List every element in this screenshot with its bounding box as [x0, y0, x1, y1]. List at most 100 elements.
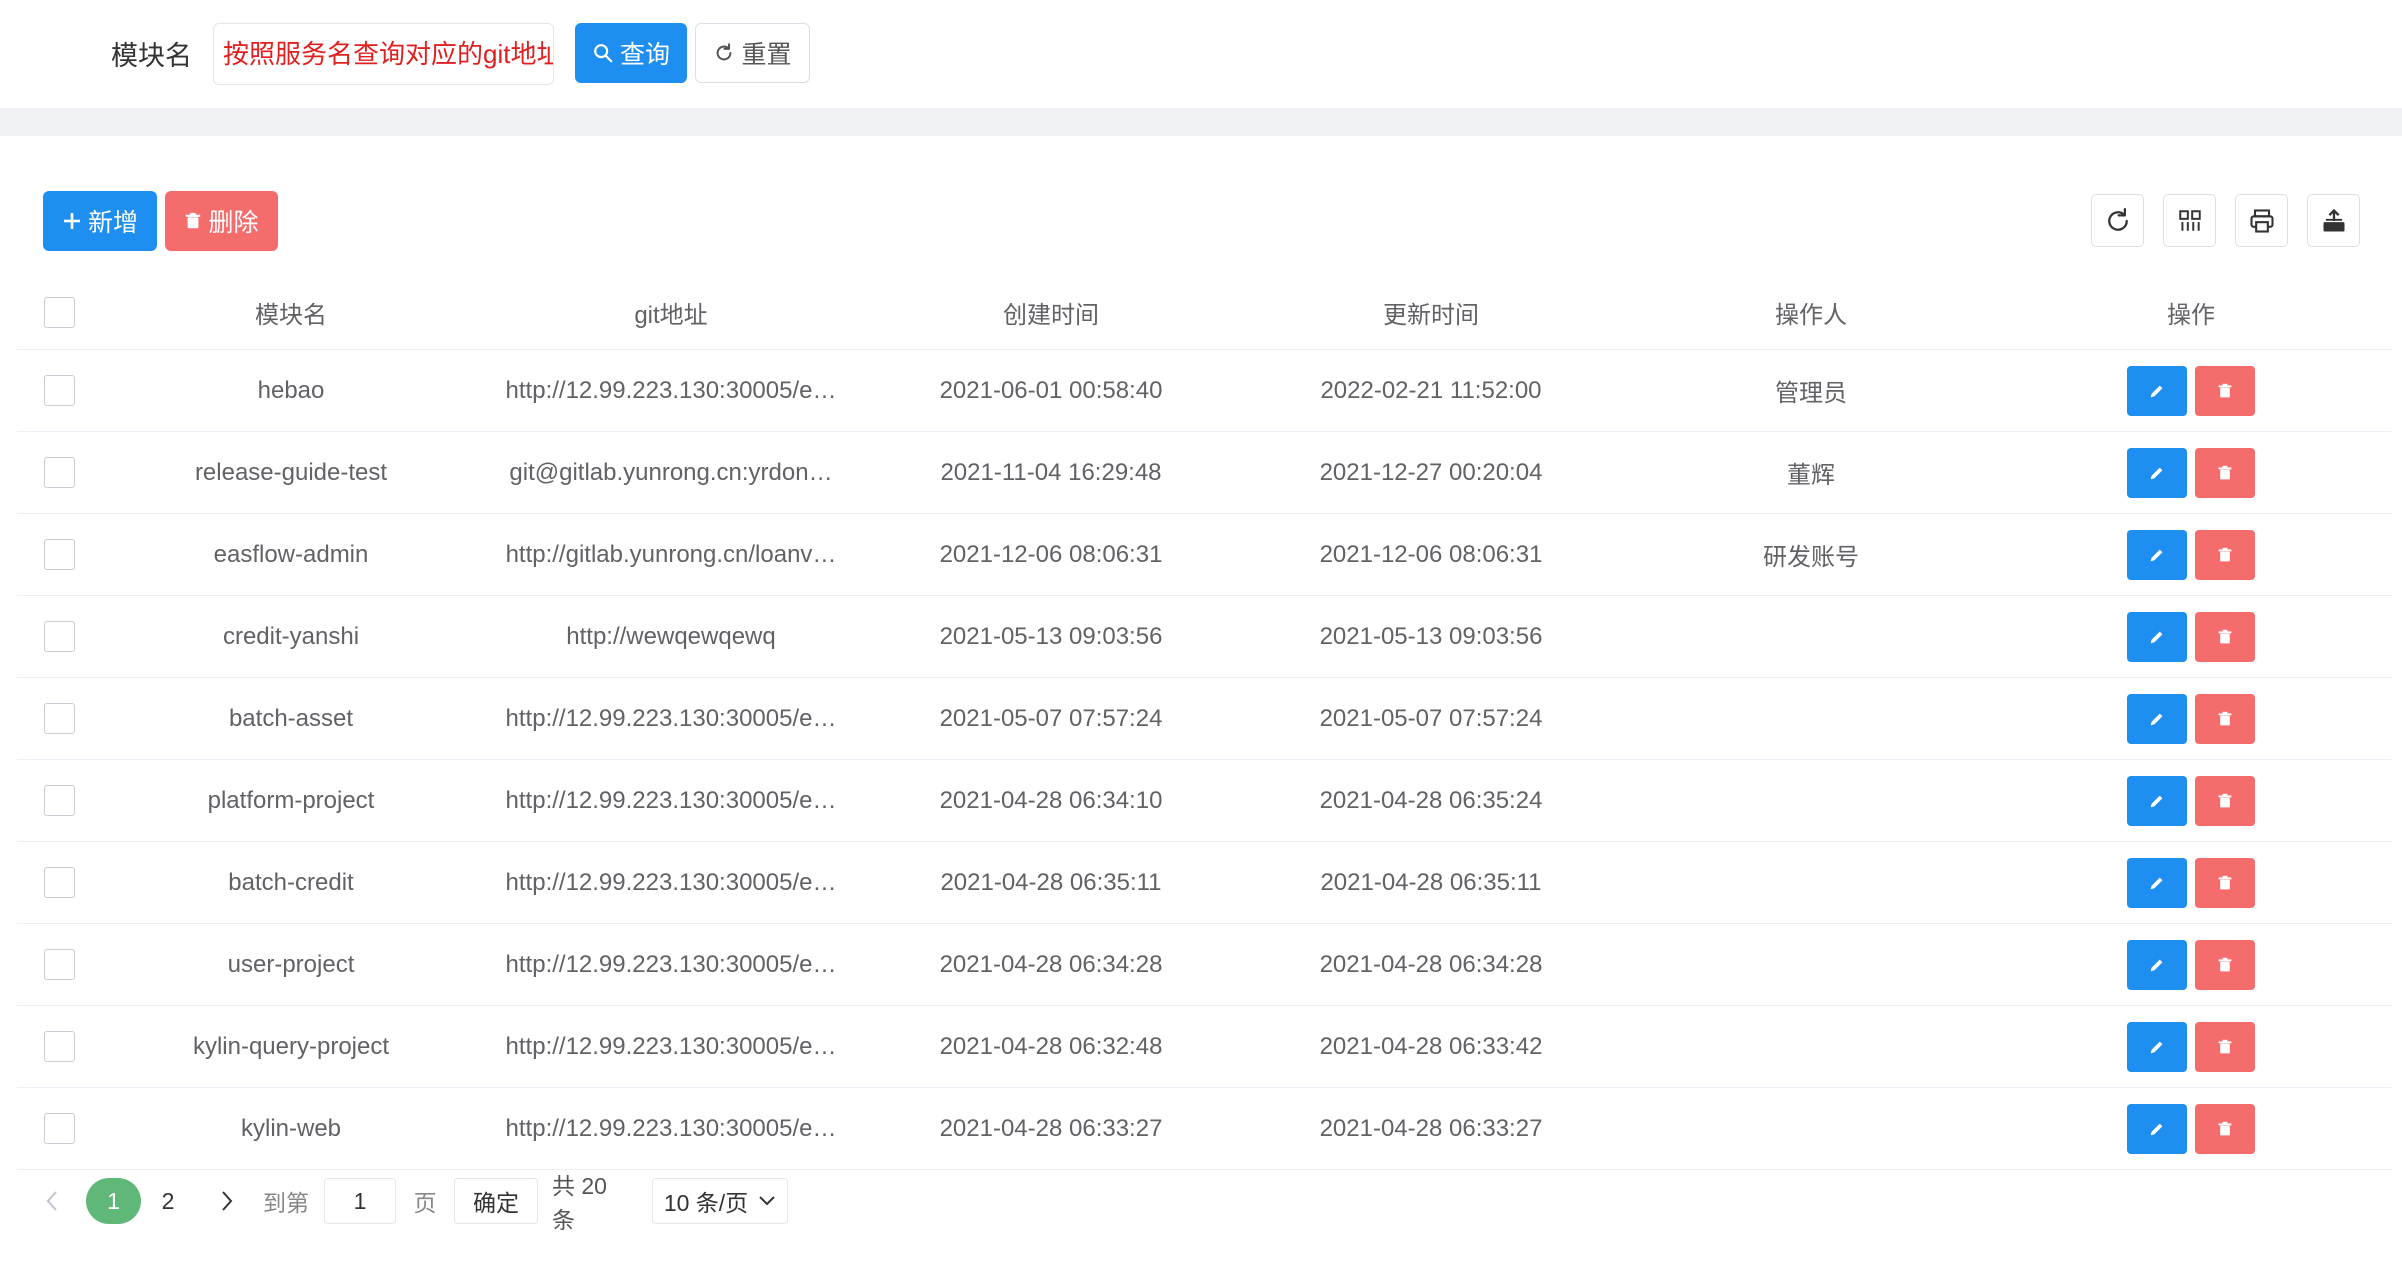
section-divider: [0, 108, 2402, 136]
chevron-down-icon: [759, 1196, 775, 1206]
columns-button[interactable]: [2163, 194, 2216, 247]
select-all-checkbox[interactable]: [43, 296, 75, 328]
table-header-row: 模块名 git地址 创建时间 更新时间 操作人 操作: [17, 275, 2392, 350]
edit-row-button[interactable]: [2127, 447, 2187, 498]
cell-git-address: http://12.99.223.130:30005/e…: [505, 950, 837, 978]
prev-page-button[interactable]: [37, 1170, 67, 1232]
page-1-button[interactable]: 1: [86, 1178, 141, 1224]
edit-icon: [2150, 959, 2163, 971]
delete-row-button[interactable]: [2195, 1103, 2255, 1154]
query-button[interactable]: 查询: [575, 23, 687, 83]
goto-page-input[interactable]: 1: [324, 1178, 396, 1224]
add-button[interactable]: 新增: [43, 191, 157, 251]
row-checkbox-cell: [17, 350, 101, 431]
delete-row-button[interactable]: [2195, 611, 2255, 662]
row-checkbox[interactable]: [43, 539, 75, 570]
edit-row-button[interactable]: [2127, 1021, 2187, 1072]
cell-updated-time: 2021-05-13 09:03:56: [1319, 622, 1543, 650]
cell-operator: 研发账号: [1763, 544, 1859, 571]
page-2-button[interactable]: 2: [150, 1170, 186, 1232]
query-button-label: 查询: [619, 41, 670, 69]
cell-git-address: http://wewqewqewq: [566, 622, 776, 650]
cell-created-time: 2021-06-01 00:58:40: [939, 376, 1163, 404]
trash-icon: [2218, 793, 2232, 807]
delete-row-button[interactable]: [2195, 857, 2255, 908]
delete-row-button[interactable]: [2195, 365, 2255, 416]
cell-created-time: 2021-11-04 16:29:48: [940, 458, 1162, 486]
chevron-right-icon: [222, 1191, 233, 1211]
edit-row-button[interactable]: [2127, 857, 2187, 908]
edit-icon: [2150, 713, 2163, 725]
row-checkbox[interactable]: [43, 621, 75, 652]
edit-row-button[interactable]: [2127, 939, 2187, 990]
table-row: platform-project http://12.99.223.130:300…: [17, 760, 2392, 842]
batch-delete-button[interactable]: 删除: [165, 191, 278, 251]
delete-row-button[interactable]: [2195, 693, 2255, 744]
row-checkbox[interactable]: [43, 375, 75, 406]
row-checkbox[interactable]: [43, 1031, 75, 1062]
cell-operator: [1621, 596, 2001, 677]
delete-row-button[interactable]: [2195, 775, 2255, 826]
cell-updated-time: 2021-05-07 07:57:24: [1319, 704, 1543, 732]
cell-updated-time: 2022-02-21 11:52:00: [1320, 376, 1542, 404]
delete-row-button[interactable]: [2195, 939, 2255, 990]
cell-module-name: platform-project: [207, 786, 375, 814]
print-icon: [2249, 208, 2274, 233]
header-operator: 操作人: [1775, 301, 1847, 329]
page-size-value: 10 条/页: [663, 1190, 749, 1216]
trash-icon: [186, 212, 201, 229]
row-checkbox[interactable]: [43, 867, 75, 898]
cell-module-name: credit-yanshi: [222, 622, 360, 650]
edit-row-button[interactable]: [2127, 529, 2187, 580]
delete-row-button[interactable]: [2195, 447, 2255, 498]
edit-icon: [2150, 877, 2163, 889]
row-checkbox-cell: [17, 596, 101, 677]
row-actions: [2001, 760, 2381, 841]
cell-module-name: batch-credit: [228, 868, 354, 896]
refresh-icon: [2107, 207, 2128, 231]
row-checkbox[interactable]: [43, 1113, 75, 1144]
delete-row-button[interactable]: [2195, 1021, 2255, 1072]
cell-created-time: 2021-04-28 06:34:28: [939, 950, 1163, 978]
edit-row-button[interactable]: [2127, 775, 2187, 826]
cell-updated-time: 2021-04-28 06:33:42: [1319, 1032, 1543, 1060]
cell-module-name: easflow-admin: [213, 540, 369, 568]
cell-module-name: batch-asset: [228, 704, 354, 732]
edit-row-button[interactable]: [2127, 611, 2187, 662]
edit-icon: [2150, 795, 2163, 807]
row-checkbox[interactable]: [43, 785, 75, 816]
row-actions: [2001, 514, 2381, 595]
edit-row-button[interactable]: [2127, 365, 2187, 416]
cell-module-name: user-project: [227, 950, 355, 978]
cell-updated-time: 2021-12-27 00:20:04: [1319, 458, 1543, 486]
row-checkbox[interactable]: [43, 703, 75, 734]
header-module-name: 模块名: [255, 301, 327, 329]
cell-operator: [1621, 842, 2001, 923]
print-button[interactable]: [2235, 194, 2288, 247]
goto-confirm-button[interactable]: 确定: [454, 1178, 538, 1224]
trash-icon: [2218, 875, 2232, 889]
trash-icon: [2218, 957, 2232, 971]
reset-button[interactable]: 重置: [695, 23, 810, 83]
header-actions: 操作: [2167, 301, 2215, 329]
cell-operator: [1621, 924, 2001, 1005]
trash-icon: [2218, 711, 2232, 725]
cell-updated-time: 2021-04-28 06:33:27: [1319, 1114, 1543, 1142]
row-checkbox[interactable]: [43, 949, 75, 980]
export-button[interactable]: [2307, 194, 2360, 247]
module-search-input[interactable]: 按照服务名查询对应的git地址: [213, 23, 554, 85]
cell-operator: 管理员: [1775, 380, 1847, 407]
cell-created-time: 2021-04-28 06:35:11: [940, 868, 1162, 896]
refresh-button[interactable]: [2091, 194, 2144, 247]
delete-row-button[interactable]: [2195, 529, 2255, 580]
reset-icon: [717, 43, 732, 61]
page-size-select[interactable]: 10 条/页: [652, 1178, 788, 1224]
cell-git-address: http://12.99.223.130:30005/e…: [505, 1114, 837, 1142]
next-page-button[interactable]: [212, 1170, 242, 1232]
row-checkbox-cell: [17, 1088, 101, 1169]
row-checkbox[interactable]: [43, 457, 75, 488]
edit-row-button[interactable]: [2127, 1103, 2187, 1154]
search-icon: [594, 44, 613, 63]
edit-row-button[interactable]: [2127, 693, 2187, 744]
trash-icon: [2218, 629, 2232, 643]
